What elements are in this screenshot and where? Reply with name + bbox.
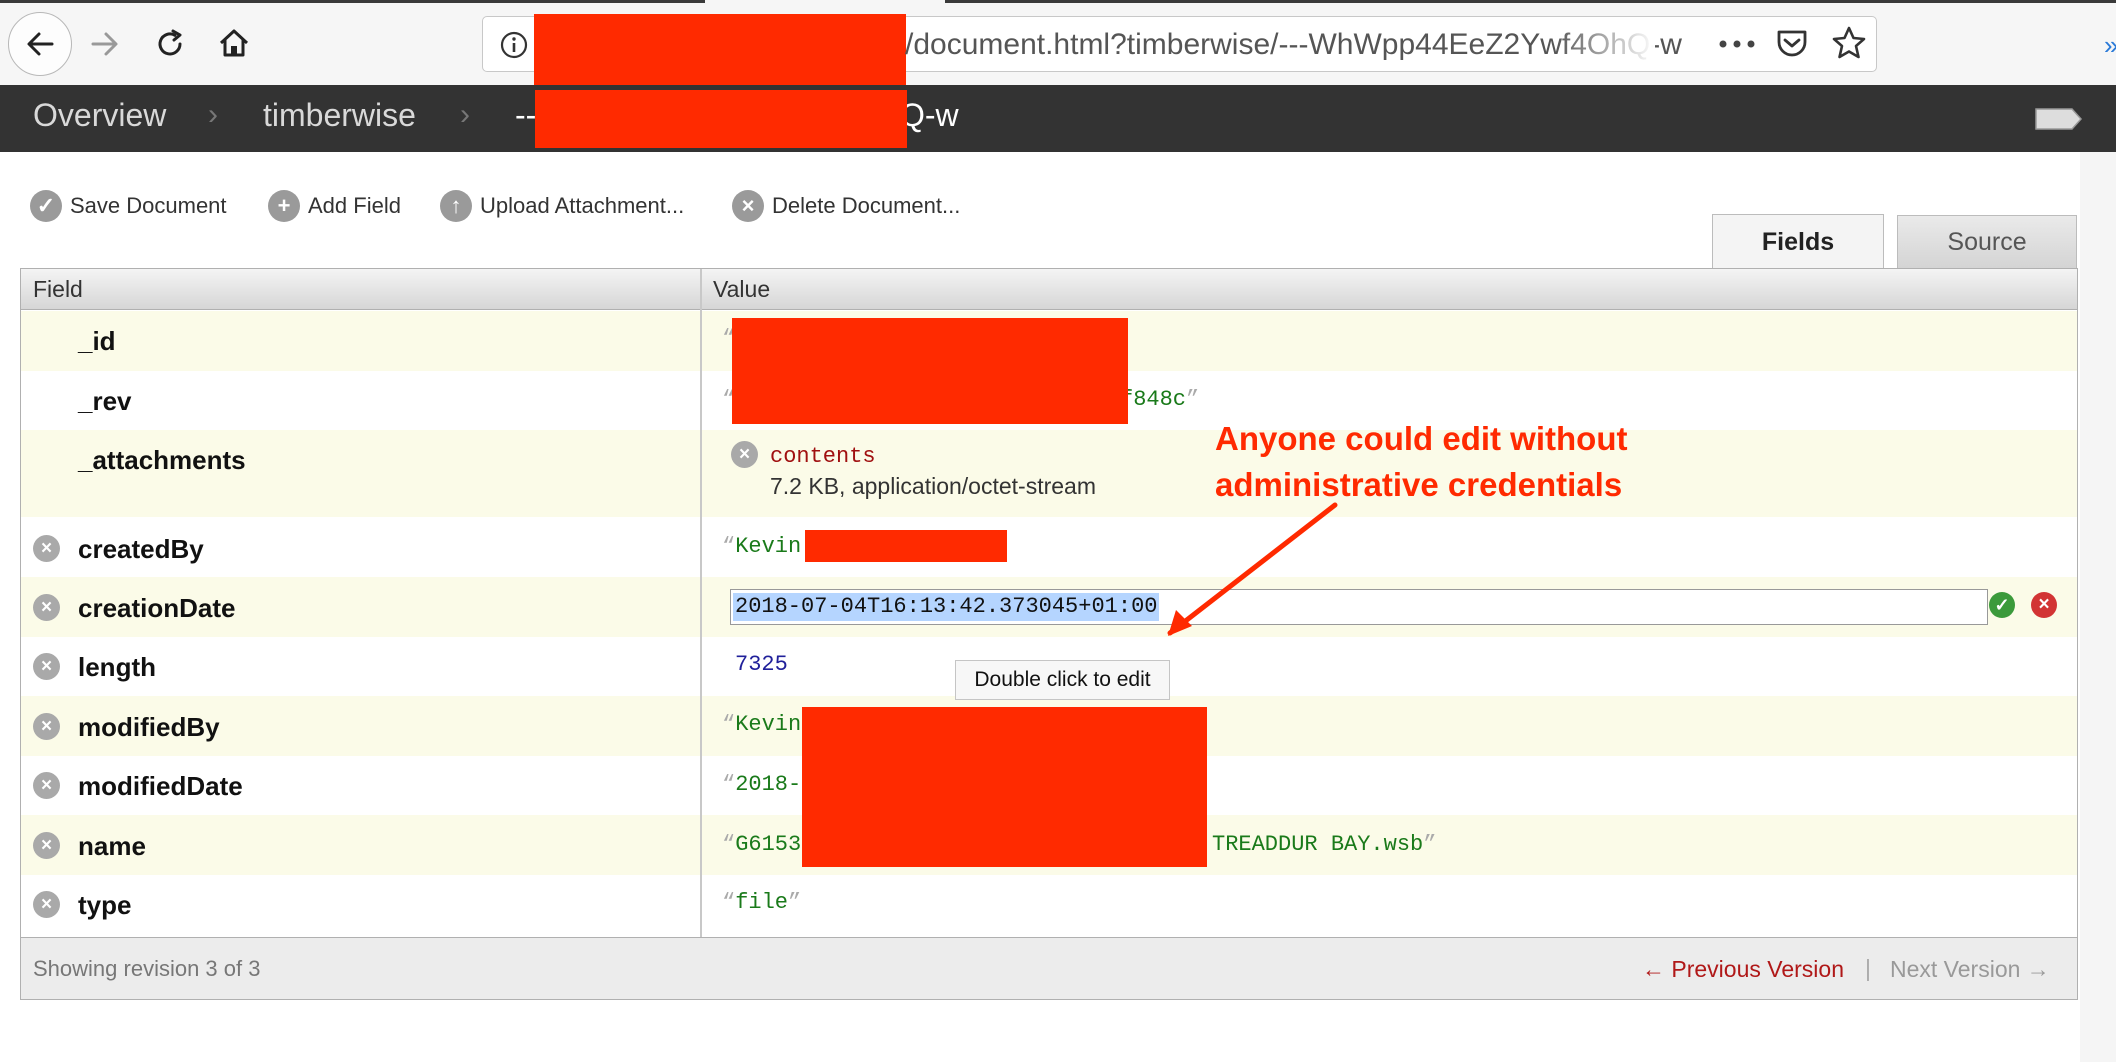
delete-document-label: Delete Document...: [772, 193, 961, 218]
cancel-edit-x-icon[interactable]: ×: [2031, 592, 2057, 618]
upload-arrow-icon: ↑: [440, 190, 472, 222]
field-value-createdby[interactable]: “Kevin: [722, 534, 801, 559]
field-name-creationdate[interactable]: creationDate: [78, 593, 236, 624]
crumb-separator-icon: ›: [208, 98, 218, 131]
redaction-box: [534, 14, 906, 96]
forward-button[interactable]: [85, 24, 125, 64]
overflow-chevron-icon[interactable]: »: [2104, 30, 2116, 61]
column-divider: [700, 269, 702, 937]
field-name-modifiedby[interactable]: modifiedBy: [78, 712, 220, 743]
tab-source[interactable]: Source: [1897, 215, 2077, 268]
accept-edit-check-icon[interactable]: ✓: [1989, 592, 2015, 618]
check-icon: ✓: [30, 190, 62, 222]
field-name-length[interactable]: length: [78, 652, 156, 683]
delete-field-icon[interactable]: ×: [33, 535, 60, 562]
redaction-box: [805, 530, 1007, 562]
field-name-id[interactable]: _id: [78, 326, 116, 357]
redaction-box: [802, 707, 1207, 867]
info-icon: [500, 31, 528, 59]
page-margin: [2080, 152, 2116, 1062]
column-header-value: Value: [713, 276, 771, 302]
back-arrow-icon: [27, 32, 54, 56]
delete-field-icon[interactable]: ×: [33, 891, 60, 918]
pocket-icon: [1777, 30, 1807, 57]
more-dots-icon: [1719, 40, 1755, 48]
field-name-modifieddate[interactable]: modifiedDate: [78, 771, 243, 802]
home-icon: [219, 29, 249, 57]
delete-field-icon[interactable]: ×: [33, 594, 60, 621]
delete-field-icon[interactable]: ×: [33, 772, 60, 799]
crumb-doc-suffix: Q-w: [900, 97, 959, 133]
redaction-box: [732, 318, 1128, 424]
bookmark-button[interactable]: [1828, 22, 1870, 64]
annotation-line: Anyone could edit without: [1215, 420, 1628, 457]
add-field-label: Add Field: [308, 193, 401, 218]
tab-fields[interactable]: Fields: [1712, 214, 1884, 270]
home-button[interactable]: [213, 22, 255, 64]
field-value-type[interactable]: “file”: [722, 890, 801, 915]
table-row: [21, 517, 2077, 577]
pocket-button[interactable]: [1772, 24, 1812, 64]
attachment-meta: 7.2 KB, application/octet-stream: [770, 473, 1096, 499]
delete-attachment-icon[interactable]: ×: [731, 441, 758, 468]
column-header-field: Field: [33, 276, 83, 302]
field-value-modifieddate[interactable]: “2018-: [722, 772, 801, 797]
field-name-name[interactable]: name: [78, 831, 146, 862]
reload-button[interactable]: [150, 24, 190, 64]
attachment-link[interactable]: contents: [770, 444, 876, 469]
url-fade: [1555, 24, 1655, 68]
table-header: [21, 269, 2077, 310]
creationdate-selected-text[interactable]: 2018-07-04T16:13:42.373045+01:00: [733, 593, 1160, 621]
field-name-attachments[interactable]: _attachments: [78, 445, 246, 476]
field-value-modifiedby[interactable]: “Kevin: [722, 712, 801, 737]
tag-icon[interactable]: [2034, 106, 2084, 132]
back-button[interactable]: [8, 12, 72, 76]
next-version-link[interactable]: Next Version →: [1890, 956, 2050, 983]
save-document-label: Save Document: [70, 193, 227, 218]
tooltip: Double click to edit: [955, 660, 1170, 700]
field-name-createdby[interactable]: createdBy: [78, 534, 204, 565]
redaction-box: [535, 90, 907, 148]
crumb-doc-prefix: --: [515, 97, 537, 133]
forward-arrow-icon: [91, 32, 118, 56]
reload-icon: [158, 29, 182, 56]
crumb-overview[interactable]: Overview: [33, 97, 166, 134]
previous-version-link[interactable]: ← Previous Version: [1642, 956, 1844, 983]
delete-field-icon[interactable]: ×: [33, 832, 60, 859]
plus-icon: +: [268, 190, 300, 222]
crumb-separator-icon: ›: [460, 98, 470, 131]
field-name-type[interactable]: type: [78, 890, 131, 921]
site-info-button[interactable]: [496, 27, 532, 63]
page-actions-button[interactable]: [1712, 26, 1762, 62]
bookmark-star-icon: [1832, 26, 1866, 59]
delete-field-icon[interactable]: ×: [33, 653, 60, 680]
field-value-rev-tail[interactable]: f848c”: [1120, 387, 1199, 412]
field-value-name[interactable]: “G6153: [722, 832, 801, 857]
revision-status: Showing revision 3 of 3: [33, 956, 261, 981]
footer-separator: |: [1865, 955, 1871, 981]
delete-field-icon[interactable]: ×: [33, 713, 60, 740]
crumb-database[interactable]: timberwise: [263, 97, 416, 134]
delete-document-button[interactable]: × Delete Document...: [732, 190, 960, 222]
table-row: [21, 874, 2077, 936]
add-field-button[interactable]: + Add Field: [268, 190, 401, 222]
save-document-button[interactable]: ✓ Save Document: [30, 190, 227, 222]
field-name-rev[interactable]: _rev: [78, 386, 132, 417]
upload-attachment-label: Upload Attachment...: [480, 193, 685, 218]
field-value-name-tail[interactable]: TREADDUR BAY.wsb”: [1212, 832, 1436, 857]
field-value-length[interactable]: 7325: [735, 652, 788, 677]
annotation-arrow-icon: [1167, 502, 1338, 636]
delete-x-icon: ×: [732, 190, 764, 222]
upload-attachment-button[interactable]: ↑ Upload Attachment...: [440, 190, 684, 222]
